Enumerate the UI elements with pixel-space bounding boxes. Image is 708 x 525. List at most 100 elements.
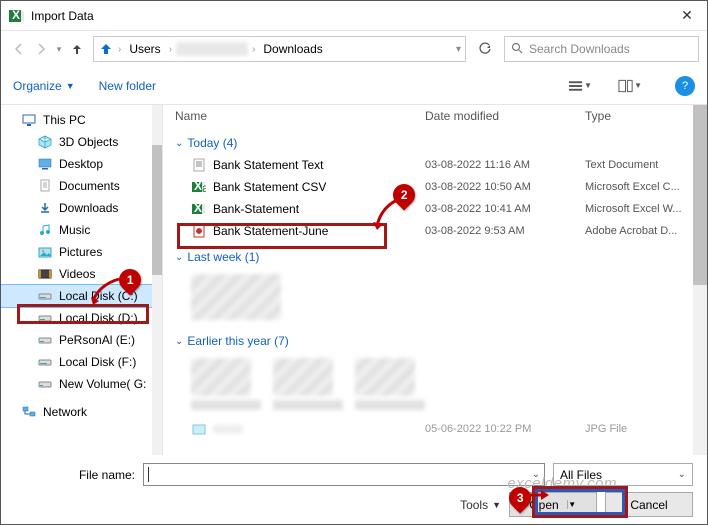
search-input[interactable]: Search Downloads [504, 36, 699, 62]
app-icon: X [9, 8, 25, 24]
address-bar: ▾ › Users › › Downloads ▾ Search Downloa… [1, 31, 707, 67]
sidebar-item-downloads[interactable]: Downloads [1, 197, 162, 219]
column-headers[interactable]: Name Date modified Type [163, 105, 707, 130]
chevron-down-icon: ▼ [66, 81, 75, 91]
drive-icon [37, 332, 53, 348]
table-row[interactable]: Bank Statement Text 03-08-2022 11:16 AM … [175, 154, 695, 176]
toolbar: Organize ▼ New folder ▼ ▼ ? [1, 67, 707, 105]
chevron-down-icon: ▼ [634, 81, 642, 90]
back-button[interactable] [9, 37, 29, 61]
thumbnail-redacted [355, 358, 415, 396]
organize-button[interactable]: Organize ▼ [13, 79, 75, 93]
sidebar-item-label: 3D Objects [59, 135, 118, 149]
excel-csv-icon: Xa [191, 179, 207, 195]
sidebar-item-label: Local Disk (D:) [59, 311, 138, 325]
sidebar-item-local-disk-c[interactable]: Local Disk (C:) [1, 285, 162, 307]
sidebar-item-label: Documents [59, 179, 120, 193]
dialog-body: This PC 3D Objects Desktop Documents Dow… [1, 105, 707, 455]
table-row[interactable]: 05-06-2022 10:22 PM JPG File [175, 418, 695, 440]
sidebar-item-network[interactable]: Network [1, 401, 162, 423]
view-preview-button[interactable]: ▼ [617, 75, 643, 97]
sidebar-item-new-volume-g[interactable]: New Volume( G: [1, 373, 162, 395]
refresh-button[interactable] [472, 36, 498, 62]
network-icon [21, 404, 37, 420]
thumbnail-redacted [191, 274, 281, 320]
col-type[interactable]: Type [585, 109, 695, 123]
pdf-file-icon [191, 223, 207, 239]
file-area: Name Date modified Type ⌄ Today (4) Bank… [163, 105, 707, 455]
pc-icon [21, 112, 37, 128]
chevron-down-icon[interactable]: ⌄ [532, 469, 540, 480]
breadcrumb[interactable]: › Users › › Downloads ▾ [93, 36, 466, 62]
table-row[interactable]: XaBank Statement CSV 03-08-2022 10:50 AM… [175, 176, 695, 198]
sidebar-item-documents[interactable]: Documents [1, 175, 162, 197]
svg-text:a: a [202, 181, 206, 194]
tools-dropdown[interactable]: Tools ▼ [460, 498, 501, 512]
documents-icon [37, 178, 53, 194]
new-folder-button[interactable]: New folder [99, 79, 156, 93]
table-row[interactable] [175, 352, 695, 418]
col-date[interactable]: Date modified [425, 109, 585, 123]
group-header-last-week[interactable]: ⌄ Last week (1) [175, 246, 695, 268]
cube-icon [37, 134, 53, 150]
cancel-button[interactable]: Cancel [605, 492, 693, 517]
table-row[interactable] [175, 268, 695, 326]
desktop-icon [37, 156, 53, 172]
sidebar-item-label: Desktop [59, 157, 103, 171]
chevron-down-icon: ⌄ [175, 138, 183, 149]
sidebar-item-videos[interactable]: Videos [1, 263, 162, 285]
group-header-earlier[interactable]: ⌄ Earlier this year (7) [175, 330, 695, 352]
sidebar-item-pictures[interactable]: Pictures [1, 241, 162, 263]
sidebar-item-label: Network [43, 405, 87, 419]
chevron-down-icon: ⌄ [175, 252, 183, 263]
nav-buttons: ▾ [9, 37, 87, 61]
file-filter-dropdown[interactable]: All Files ⌄ [553, 463, 693, 486]
sidebar-item-this-pc[interactable]: This PC [1, 109, 162, 131]
group-header-today[interactable]: ⌄ Today (4) [175, 132, 695, 154]
open-button[interactable]: Open ▼ [509, 492, 597, 517]
tools-label: Tools [460, 498, 488, 512]
thumbnail-redacted [273, 358, 333, 396]
chevron-down-icon: ⌄ [678, 469, 686, 480]
sidebar-item-local-disk-d[interactable]: Local Disk (D:) [1, 307, 162, 329]
file-date: 05-06-2022 10:22 PM [425, 423, 585, 435]
sidebar-item-desktop[interactable]: Desktop [1, 153, 162, 175]
videos-icon [37, 266, 53, 282]
breadcrumb-seg[interactable]: Downloads [259, 42, 326, 56]
search-placeholder: Search Downloads [529, 42, 630, 56]
file-name: Bank Statement-June [213, 224, 328, 238]
file-scrollbar-thumb[interactable] [693, 105, 707, 285]
chevron-right-icon: › [252, 44, 255, 55]
breadcrumb-seg[interactable]: Users [125, 42, 164, 56]
forward-button[interactable] [31, 37, 51, 61]
help-button[interactable]: ? [675, 76, 695, 96]
table-row[interactable]: Bank Statement-June 03-08-2022 9:53 AM A… [175, 220, 695, 242]
filename-redacted [191, 400, 261, 410]
sidebar-item-label: Pictures [59, 245, 102, 259]
file-name: Bank-Statement [213, 202, 299, 216]
sidebar-item-3d-objects[interactable]: 3D Objects [1, 131, 162, 153]
sidebar-scrollbar-thumb[interactable] [152, 145, 162, 275]
view-list-button[interactable]: ▼ [567, 75, 593, 97]
sidebar-item-local-disk-f[interactable]: Local Disk (F:) [1, 351, 162, 373]
filename-redacted [273, 400, 343, 410]
history-dropdown[interactable]: ▾ [53, 37, 65, 61]
sidebar: This PC 3D Objects Desktop Documents Dow… [1, 105, 163, 455]
sidebar-item-music[interactable]: Music [1, 219, 162, 241]
file-type: Adobe Acrobat D... [585, 225, 695, 237]
close-icon[interactable]: ✕ [675, 7, 699, 24]
col-name[interactable]: Name [175, 109, 425, 123]
jpg-file-icon [191, 421, 207, 437]
filename-redacted [355, 400, 425, 410]
chevron-down-icon[interactable]: ▼ [567, 500, 577, 509]
chevron-down-icon[interactable]: ▾ [456, 44, 461, 55]
chevron-down-icon: ⌄ [175, 336, 183, 347]
file-type: JPG File [585, 423, 695, 435]
footer: File name: ⌄ All Files ⌄ Tools ▼ Open ▼ … [1, 455, 707, 525]
sidebar-item-personal-e[interactable]: PeRsonAl (E:) [1, 329, 162, 351]
title-bar: X Import Data ✕ [1, 1, 707, 31]
filename-input[interactable]: ⌄ [143, 463, 545, 486]
svg-text:X: X [12, 8, 20, 22]
table-row[interactable]: XBank-Statement 03-08-2022 10:41 AM Micr… [175, 198, 695, 220]
up-button[interactable] [67, 37, 87, 61]
